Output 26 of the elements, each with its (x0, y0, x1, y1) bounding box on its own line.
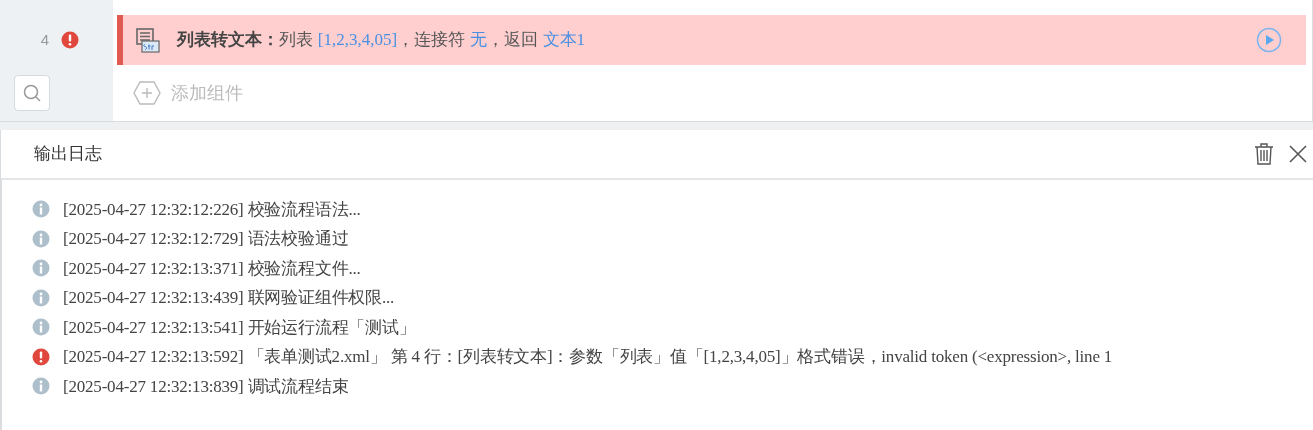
trash-icon[interactable] (1253, 142, 1275, 166)
list-text-icon (135, 27, 161, 53)
add-icon[interactable] (133, 80, 161, 106)
info-icon (32, 318, 50, 337)
info-icon (32, 288, 50, 307)
log-entry: [2025-04-27 12:32:12:729] 语法校验通过 (63, 228, 349, 250)
error-icon (32, 347, 50, 366)
log-entry: [2025-04-27 12:32:13:839] 调试流程结束 (63, 375, 349, 398)
info-icon (32, 229, 50, 248)
search-button[interactable] (14, 75, 50, 111)
line-number: 4 (40, 29, 49, 50)
close-icon[interactable] (1287, 143, 1309, 165)
info-icon (32, 259, 50, 278)
step-row[interactable]: 列表转文本：列表 [1,2,3,4,05]，连接符 无，返回 文本1 (117, 15, 1306, 65)
log-entry: [2025-04-27 12:32:12:226] 校验流程语法... (63, 198, 361, 221)
search-icon (22, 83, 42, 103)
info-icon (32, 377, 50, 396)
log-entry: [2025-04-27 12:32:13:541] 开始运行流程「测试」 (63, 316, 416, 339)
log-entry: [2025-04-27 12:32:13:592] 「表单测试2.xml」 第 4 行：[列表转文本]：参数「列表」值「[1,2,3,4,05]」格式错误，invalid token (<expression>, line 1 (63, 346, 1113, 368)
info-icon (32, 200, 50, 219)
play-icon[interactable] (1256, 27, 1282, 53)
error-icon (61, 31, 79, 49)
log-entry: [2025-04-27 12:32:13:371] 校验流程文件... (63, 257, 361, 280)
log-entry: [2025-04-27 12:32:13:439] 联网验证组件权限... (63, 287, 395, 309)
step-text: 列表转文本：列表 [1,2,3,4,05]，连接符 无，返回 文本1 (177, 29, 586, 52)
panel-title: 输出日志 (34, 143, 102, 166)
